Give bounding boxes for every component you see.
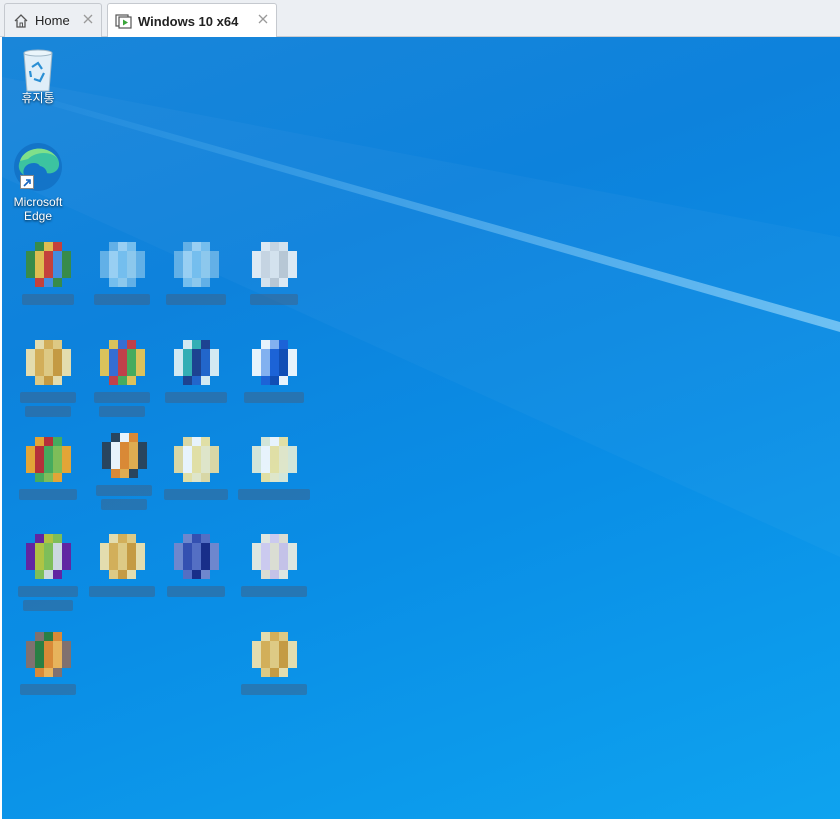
tab-bar: Home Windows 10 x64 xyxy=(0,0,840,38)
censored-icon-label xyxy=(19,489,77,500)
edge-label: Microsoft Edge xyxy=(13,195,63,223)
censored-icon-label xyxy=(23,600,73,611)
tab-home[interactable]: Home xyxy=(4,3,102,37)
desktop-icon-censored[interactable] xyxy=(238,437,310,504)
wallpaper-light-beam xyxy=(42,97,840,332)
censored-icon-label xyxy=(164,489,228,500)
desktop-icon-censored[interactable] xyxy=(238,632,310,699)
desktop-icon-censored[interactable] xyxy=(238,534,310,601)
recycle-bin-icon xyxy=(16,45,60,92)
tab-vm-label: Windows 10 x64 xyxy=(138,13,239,29)
desktop-icon-microsoft-edge[interactable]: Microsoft Edge xyxy=(2,141,74,223)
censored-icon-label xyxy=(18,586,78,597)
desktop-icon-censored[interactable] xyxy=(86,534,158,601)
vm-play-icon xyxy=(115,12,133,30)
shortcut-arrow-icon xyxy=(20,175,34,189)
desktop-icon-censored[interactable] xyxy=(238,340,310,407)
censored-icon-label xyxy=(25,406,71,417)
desktop-icon-censored[interactable] xyxy=(160,534,232,601)
desktop-icon-censored[interactable] xyxy=(86,340,158,417)
desktop-icon-censored[interactable] xyxy=(12,632,84,699)
desktop-icon-censored[interactable] xyxy=(86,242,158,309)
censored-icon-label xyxy=(238,489,310,500)
close-icon[interactable] xyxy=(81,12,95,26)
desktop-icon-censored[interactable] xyxy=(12,242,84,309)
censored-icon-label xyxy=(94,294,150,305)
recycle-bin-label: 휴지통 xyxy=(21,91,55,105)
tab-home-label: Home xyxy=(35,13,70,28)
desktop-icon-censored[interactable] xyxy=(160,437,232,504)
edge-icon xyxy=(12,141,64,193)
censored-icon-label xyxy=(241,684,307,695)
desktop-icon-censored[interactable] xyxy=(160,340,232,407)
desktop-icon-censored[interactable] xyxy=(88,433,160,510)
desktop-icon-recycle-bin[interactable]: 휴지통 xyxy=(2,45,74,105)
censored-icon-label xyxy=(250,294,298,305)
censored-icon-label xyxy=(241,586,307,597)
censored-icon-label xyxy=(244,392,304,403)
censored-icon-label xyxy=(101,499,147,510)
censored-icon-label xyxy=(94,392,150,403)
censored-icon-label xyxy=(167,586,225,597)
desktop-icon-censored[interactable] xyxy=(12,437,84,504)
tab-windows-10-x64[interactable]: Windows 10 x64 xyxy=(107,3,277,38)
desktop-icon-censored[interactable] xyxy=(12,340,84,417)
censored-icon-label xyxy=(165,392,227,403)
censored-icon-label xyxy=(89,586,155,597)
censored-icon-label xyxy=(20,392,76,403)
censored-icon-label xyxy=(166,294,226,305)
home-icon xyxy=(12,12,30,30)
censored-icon-label xyxy=(96,485,152,496)
vm-desktop[interactable]: 휴지통 Microsoft Edge xyxy=(2,37,840,819)
censored-icon-label xyxy=(22,294,74,305)
desktop-icon-censored[interactable] xyxy=(238,242,310,309)
censored-icon-label xyxy=(99,406,145,417)
desktop-icon-censored[interactable] xyxy=(12,534,84,611)
censored-icon-label xyxy=(20,684,76,695)
desktop-icon-censored[interactable] xyxy=(160,242,232,309)
close-icon[interactable] xyxy=(256,12,270,26)
